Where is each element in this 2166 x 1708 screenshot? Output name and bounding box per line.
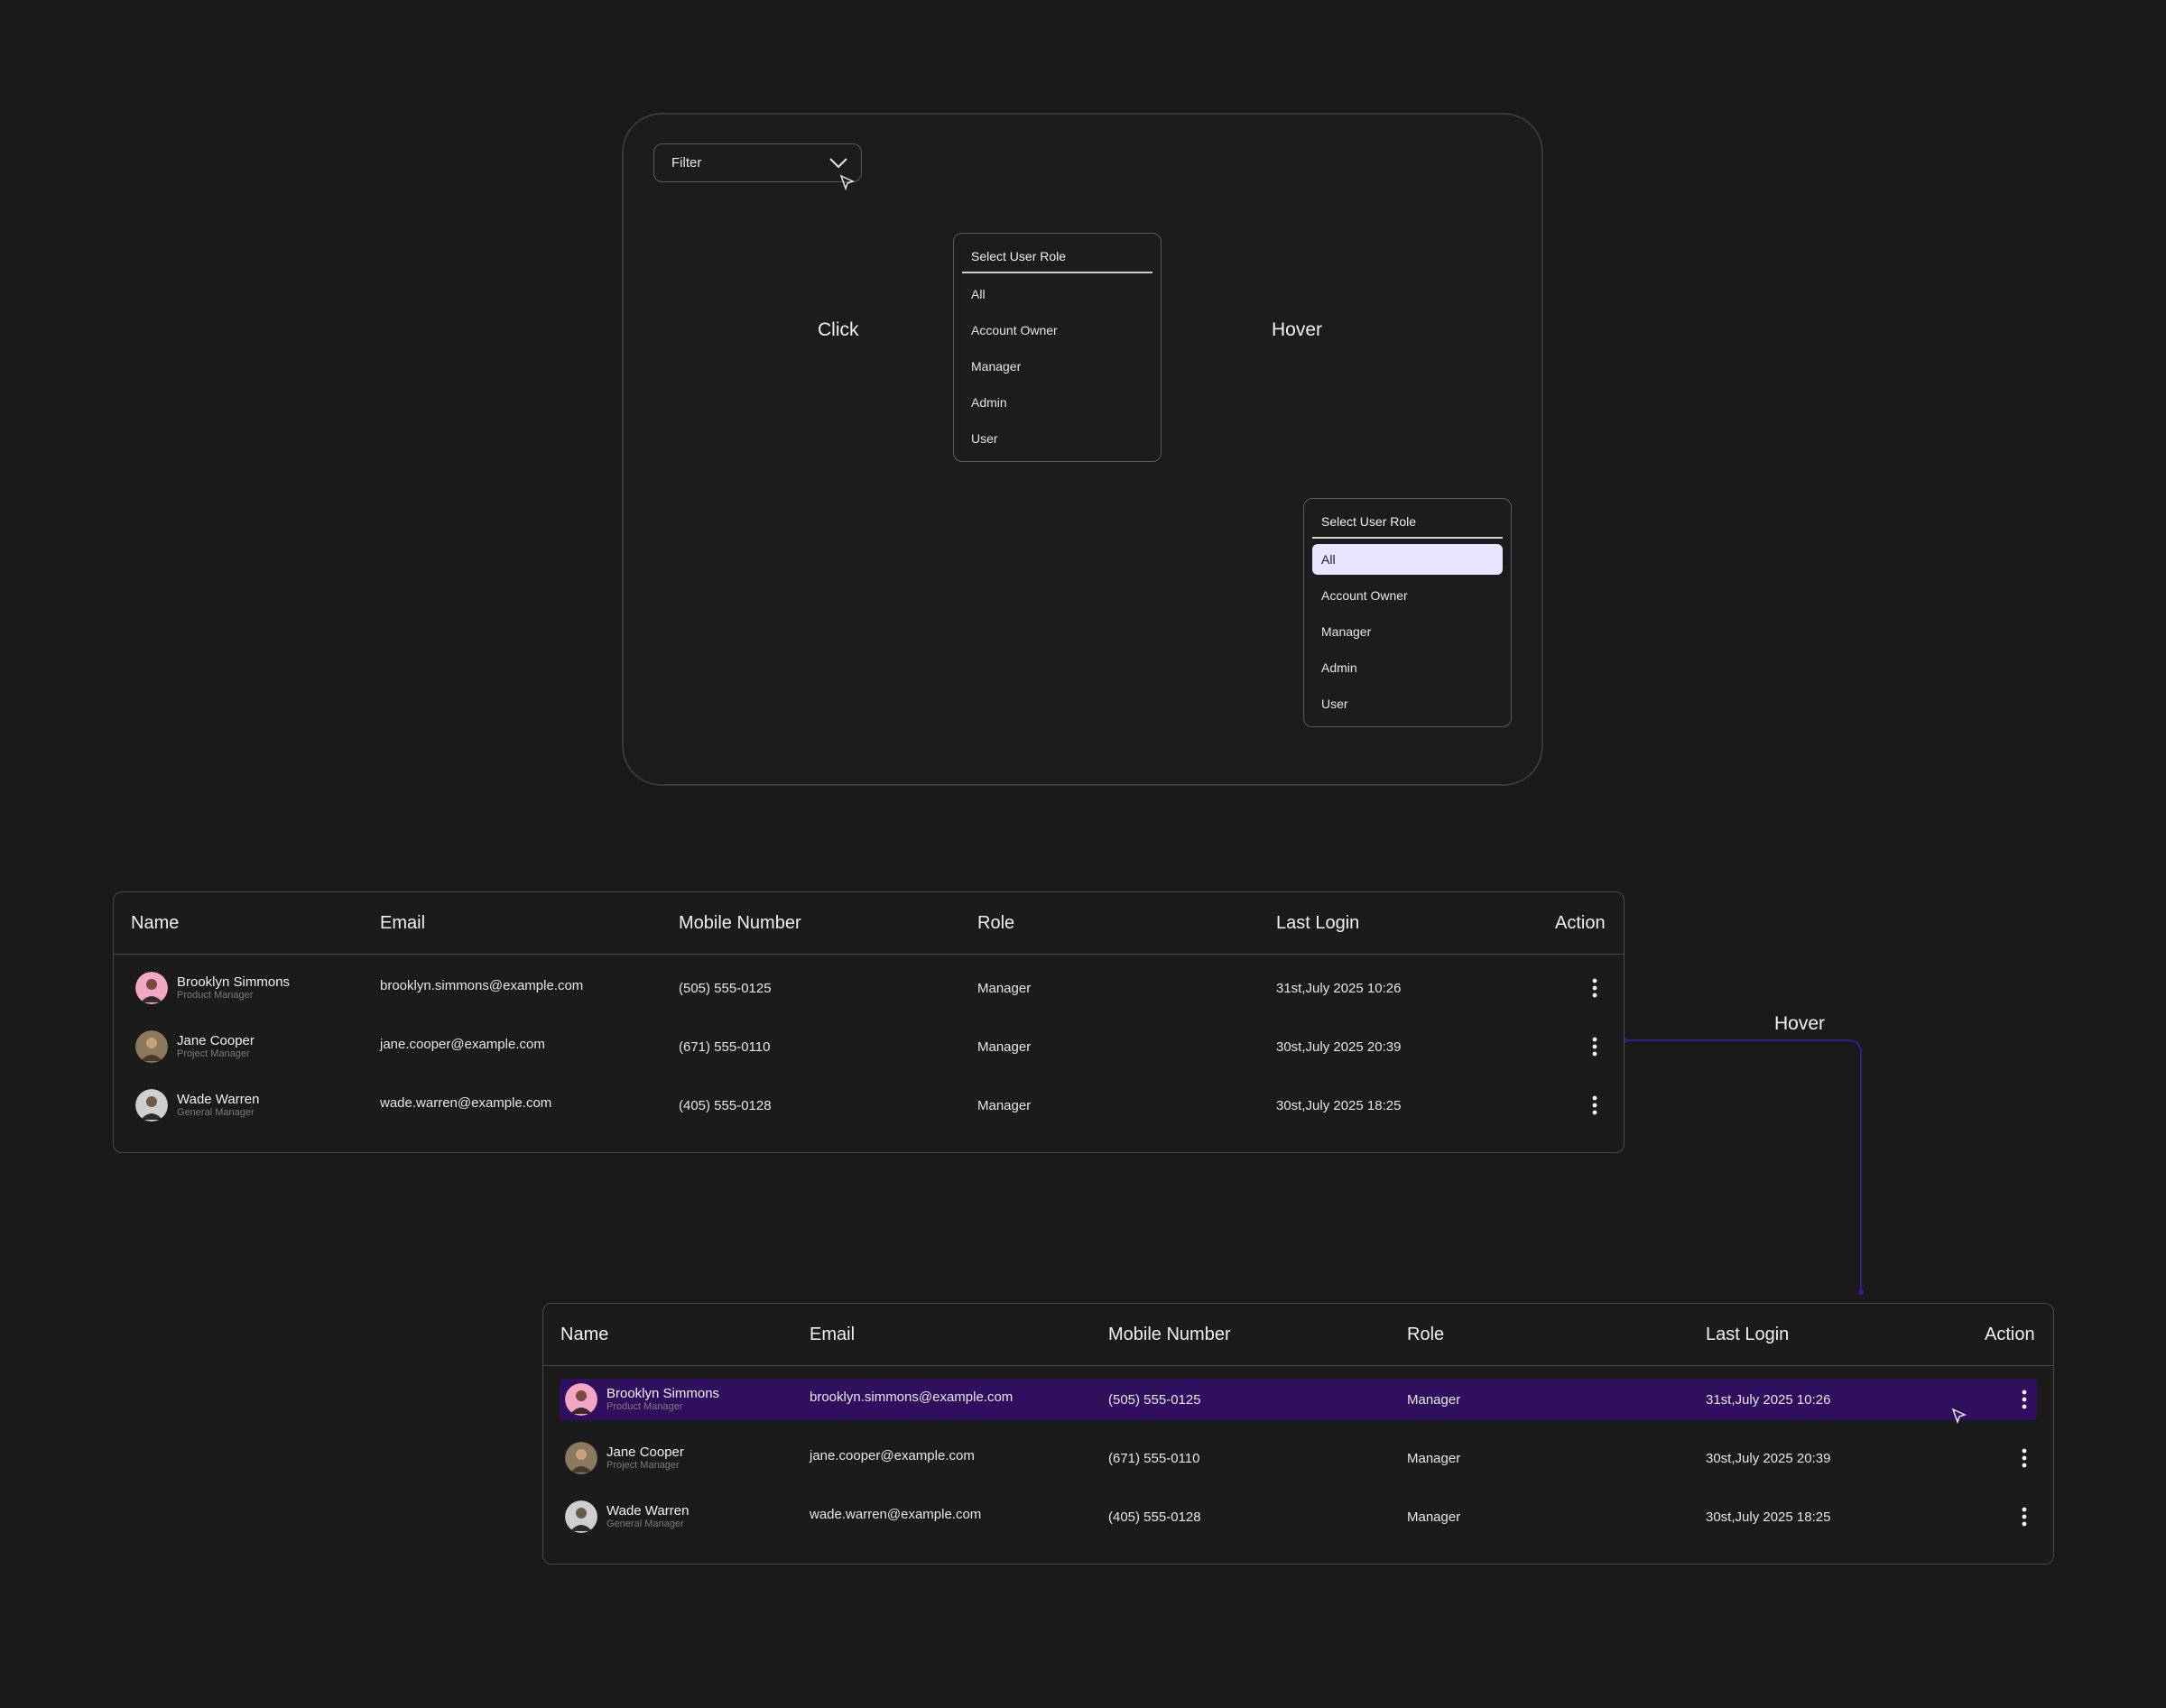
role-menu-title: Select User Role (962, 241, 1152, 273)
column-header-mobile: Mobile Number (679, 912, 801, 933)
more-options-icon[interactable] (1586, 1026, 1604, 1067)
table-header: Name Email Mobile Number Role Last Login… (114, 892, 1624, 955)
avatar (565, 1383, 597, 1416)
chevron-down-icon (829, 157, 847, 168)
column-header-action: Action (1985, 1324, 2035, 1344)
more-options-icon[interactable] (2015, 1437, 2033, 1479)
flow-label-row-hover: Hover (1774, 1013, 1826, 1034)
user-last-login: 31st,July 2025 10:26 (1276, 980, 1402, 996)
more-options-icon[interactable] (1586, 967, 1604, 1009)
user-name: Wade Warren (177, 1092, 260, 1107)
user-last-login: 31st,July 2025 10:26 (1706, 1391, 1831, 1408)
column-header-role: Role (977, 912, 1015, 933)
user-role: Manager (1407, 1450, 1461, 1466)
user-name: Wade Warren (606, 1503, 690, 1519)
user-last-login: 30st,July 2025 20:39 (1276, 1039, 1402, 1055)
role-option-manager[interactable]: Manager (962, 351, 1152, 382)
user-mobile: (671) 555-0110 (1108, 1450, 1200, 1466)
role-option-manager[interactable]: Manager (1312, 616, 1503, 647)
users-table-hover: Name Email Mobile Number Role Last Login… (542, 1303, 2054, 1565)
user-email: jane.cooper@example.com (810, 1447, 975, 1463)
user-role: Manager (977, 980, 1032, 996)
column-header-name: Name (560, 1324, 609, 1344)
flow-label-click: Click (818, 319, 859, 340)
column-header-action: Action (1555, 912, 1606, 933)
avatar (135, 1089, 168, 1122)
more-options-icon[interactable] (2015, 1379, 2033, 1420)
column-header-email: Email (380, 912, 426, 933)
column-header-name: Name (131, 912, 180, 933)
table-row[interactable]: Jane Cooper Project Manager jane.cooper@… (560, 1437, 2037, 1479)
avatar (135, 972, 168, 1004)
user-role: Manager (1407, 1391, 1461, 1408)
cursor-icon (1951, 1408, 1967, 1424)
role-option-admin[interactable]: Admin (1312, 652, 1503, 683)
user-mobile: (671) 555-0110 (679, 1039, 771, 1055)
user-name: Jane Cooper (177, 1033, 255, 1048)
cursor-icon (839, 174, 856, 190)
user-last-login: 30st,July 2025 20:39 (1706, 1450, 1831, 1466)
user-title: General Manager (177, 1107, 255, 1118)
table-row[interactable]: Brooklyn Simmons Product Manager brookly… (130, 967, 1607, 1009)
user-title: General Manager (606, 1519, 684, 1529)
role-menu-hover: Select User Role All Account Owner Manag… (1303, 498, 1512, 727)
role-option-user[interactable]: User (962, 423, 1152, 454)
user-role: Manager (1407, 1509, 1461, 1525)
user-mobile: (505) 555-0125 (679, 980, 772, 996)
user-name: Jane Cooper (606, 1445, 684, 1460)
role-option-account-owner[interactable]: Account Owner (962, 315, 1152, 346)
table-row[interactable]: Wade Warren General Manager wade.warren@… (560, 1496, 2037, 1537)
avatar (565, 1500, 597, 1533)
more-options-icon[interactable] (1586, 1085, 1604, 1126)
role-option-user[interactable]: User (1312, 688, 1503, 719)
user-mobile: (505) 555-0125 (1108, 1391, 1201, 1408)
user-name: Brooklyn Simmons (177, 974, 291, 990)
user-email: jane.cooper@example.com (380, 1036, 545, 1052)
user-mobile: (405) 555-0128 (679, 1097, 772, 1113)
role-option-account-owner[interactable]: Account Owner (1312, 580, 1503, 611)
column-header-last-login: Last Login (1706, 1324, 1790, 1344)
filter-dropdown[interactable]: Filter (653, 143, 862, 182)
user-title: Product Manager (606, 1401, 683, 1412)
table-header: Name Email Mobile Number Role Last Login… (543, 1304, 2053, 1366)
users-table: Name Email Mobile Number Role Last Login… (113, 891, 1624, 1153)
column-header-email: Email (810, 1324, 856, 1344)
role-option-all[interactable]: All (1312, 544, 1503, 575)
user-role: Manager (977, 1039, 1032, 1055)
avatar (565, 1442, 597, 1474)
user-email: brooklyn.simmons@example.com (380, 977, 584, 993)
role-menu: Select User Role All Account Owner Manag… (953, 233, 1162, 462)
user-mobile: (405) 555-0128 (1108, 1509, 1201, 1525)
user-title: Project Manager (606, 1460, 680, 1471)
filter-label: Filter (671, 155, 702, 171)
user-title: Product Manager (177, 990, 254, 1001)
user-last-login: 30st,July 2025 18:25 (1276, 1097, 1402, 1113)
column-header-last-login: Last Login (1276, 912, 1360, 933)
flow-label-hover: Hover (1272, 319, 1323, 340)
user-email: brooklyn.simmons@example.com (810, 1389, 1014, 1405)
table-row[interactable]: Wade Warren General Manager wade.warren@… (130, 1085, 1607, 1126)
role-menu-title: Select User Role (1312, 506, 1503, 539)
role-option-admin[interactable]: Admin (962, 387, 1152, 418)
user-email: wade.warren@example.com (380, 1094, 552, 1111)
column-header-role: Role (1407, 1324, 1445, 1344)
user-name: Brooklyn Simmons (606, 1386, 720, 1401)
column-header-mobile: Mobile Number (1108, 1324, 1231, 1344)
avatar (135, 1030, 168, 1063)
role-option-all[interactable]: All (962, 279, 1152, 309)
user-role: Manager (977, 1097, 1032, 1113)
user-email: wade.warren@example.com (810, 1506, 982, 1522)
more-options-icon[interactable] (2015, 1496, 2033, 1537)
table-row-highlighted[interactable]: Brooklyn Simmons Product Manager brookly… (560, 1379, 2037, 1420)
user-title: Project Manager (177, 1048, 250, 1059)
user-last-login: 30st,July 2025 18:25 (1706, 1509, 1831, 1525)
table-row[interactable]: Jane Cooper Project Manager jane.cooper@… (130, 1026, 1607, 1067)
